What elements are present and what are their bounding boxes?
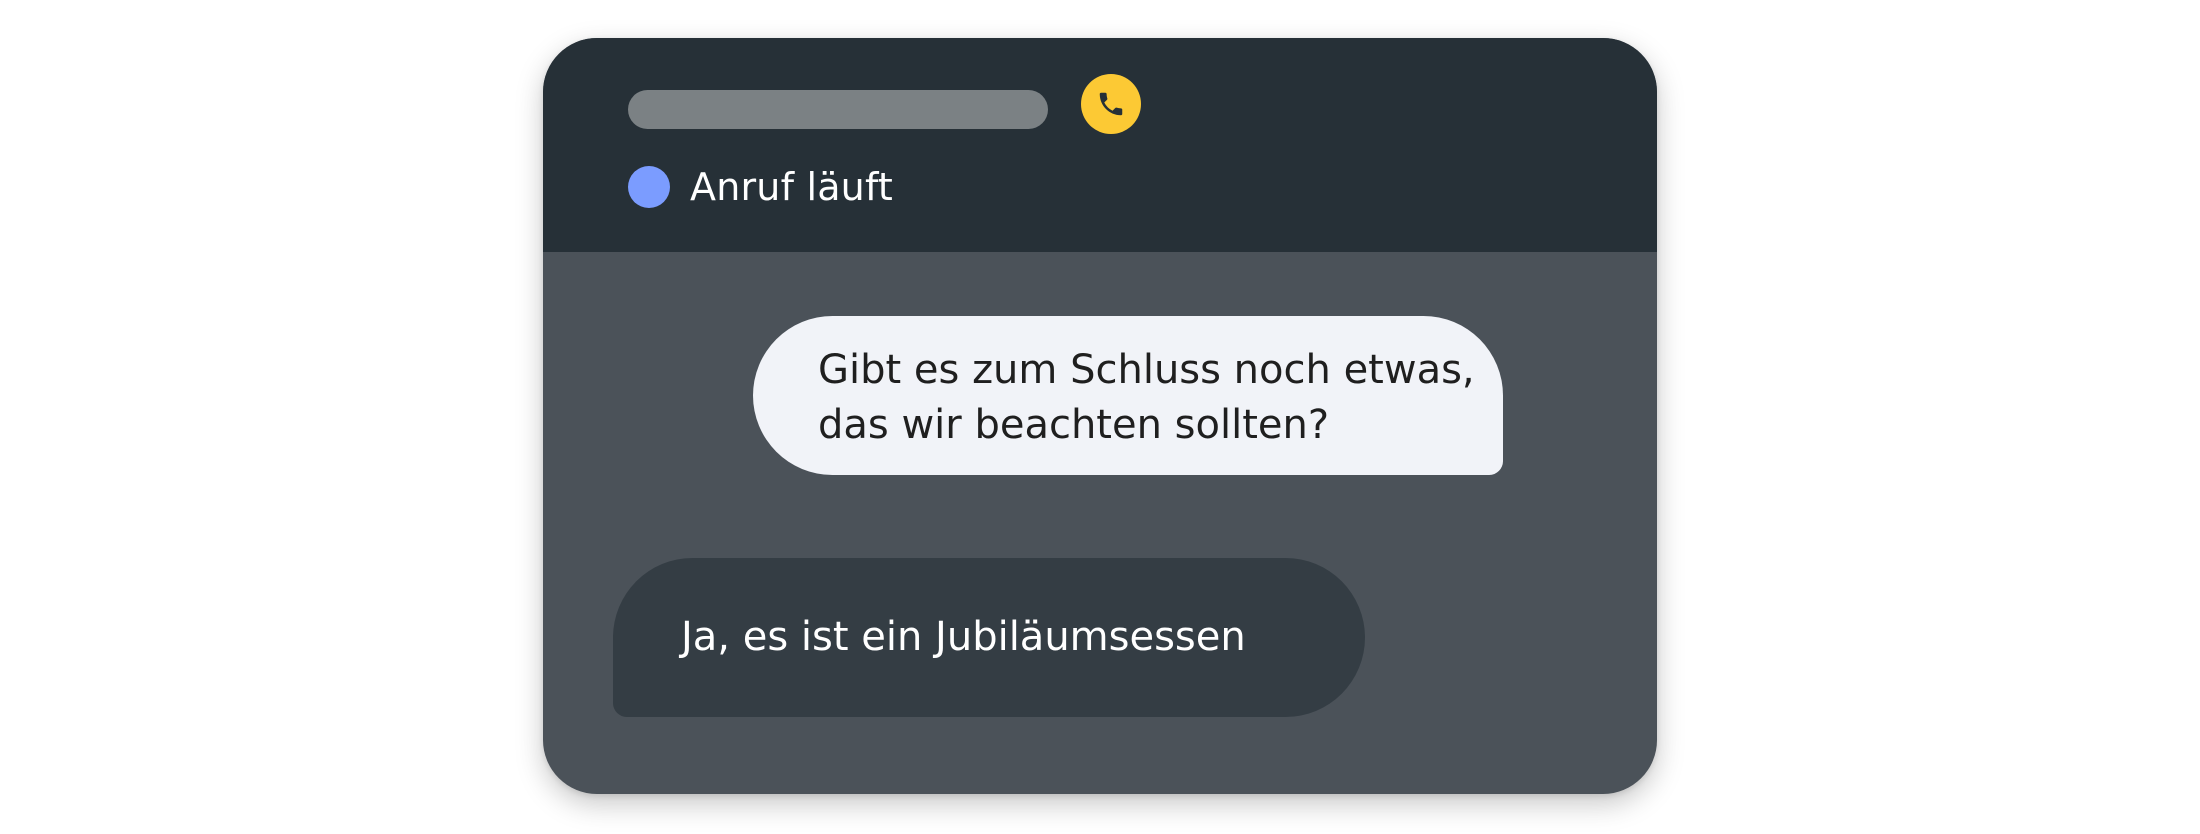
message-text-line: das wir beachten sollten? [818, 402, 1330, 448]
call-transcript-card: Anruf läuft Gibt es zum Schluss noch etw… [543, 38, 1657, 794]
incoming-message-bubble: Ja, es ist ein Jubiläumsessen [613, 558, 1365, 717]
call-status-label: Anruf läuft [690, 165, 893, 209]
caller-name-placeholder [628, 90, 1048, 129]
call-header: Anruf läuft [543, 38, 1657, 252]
message-text-line: Gibt es zum Schluss noch etwas, [818, 347, 1475, 393]
call-status: Anruf läuft [628, 165, 893, 209]
phone-icon [1081, 74, 1141, 134]
status-indicator-dot [628, 166, 670, 208]
outgoing-message-bubble: Gibt es zum Schluss noch etwas, das wir … [753, 316, 1503, 475]
message-text-line: Ja, es ist ein Jubiläumsessen [681, 614, 1246, 660]
